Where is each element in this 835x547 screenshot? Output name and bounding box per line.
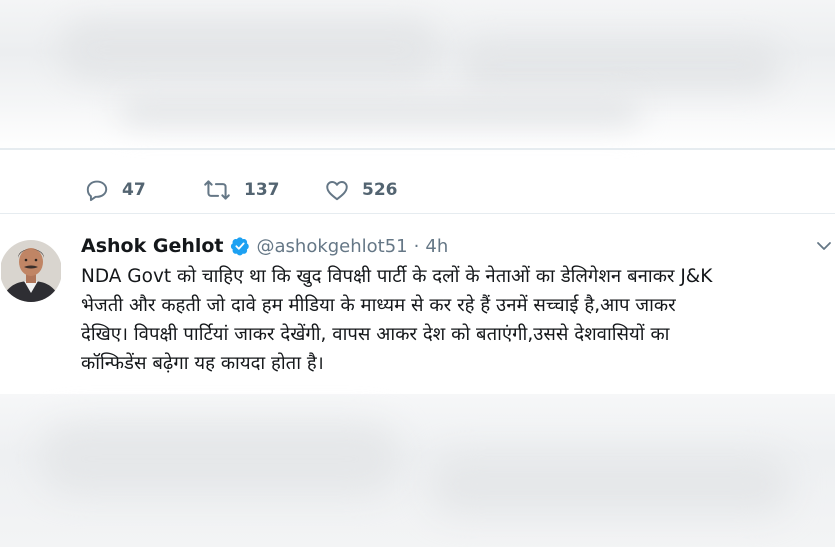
reply-icon [84, 177, 110, 203]
avatar[interactable] [1, 231, 61, 321]
tweet-action-bar: 47 137 526 [0, 170, 835, 210]
header-separator: · [413, 235, 420, 257]
tweet-header: Ashok Gehlot @ashokgehlot51 · 4h [81, 233, 448, 259]
like-button[interactable]: 526 [324, 170, 398, 210]
tweet-text-line: देखिए। विपक्षी पार्टियां जाकर देखेंगी, व… [81, 324, 670, 345]
chevron-down-icon[interactable] [815, 237, 833, 255]
retweet-count: 137 [244, 180, 280, 200]
tweet-text-line: भेजती और कहती जो दावे हम मीडिया के माध्य… [81, 295, 676, 316]
heart-icon [324, 177, 350, 203]
retweet-icon [202, 177, 232, 203]
reply-count: 47 [122, 180, 146, 200]
blurred-next-content [0, 394, 835, 547]
tweet-text: NDA Govt को चाहिए था कि खुद विपक्षी पार्… [81, 262, 821, 378]
tweet[interactable]: Ashok Gehlot @ashokgehlot51 · 4h NDA Gov… [0, 214, 835, 394]
like-count: 526 [362, 180, 398, 200]
tweet-timestamp[interactable]: 4h [425, 236, 448, 257]
retweet-button[interactable]: 137 [202, 170, 280, 210]
verified-badge-icon [230, 236, 250, 256]
user-handle[interactable]: @ashokgehlot51 [257, 236, 408, 257]
tweet-text-line: NDA Govt को चाहिए था कि खुद विपक्षी पार्… [81, 266, 713, 287]
tweet-text-line: कॉन्फिडेंस बढ़ेगा यह कायदा होता है। [81, 353, 324, 374]
blurred-previous-tweet [0, 0, 835, 150]
reply-button[interactable]: 47 [84, 170, 146, 210]
display-name[interactable]: Ashok Gehlot [81, 235, 224, 257]
